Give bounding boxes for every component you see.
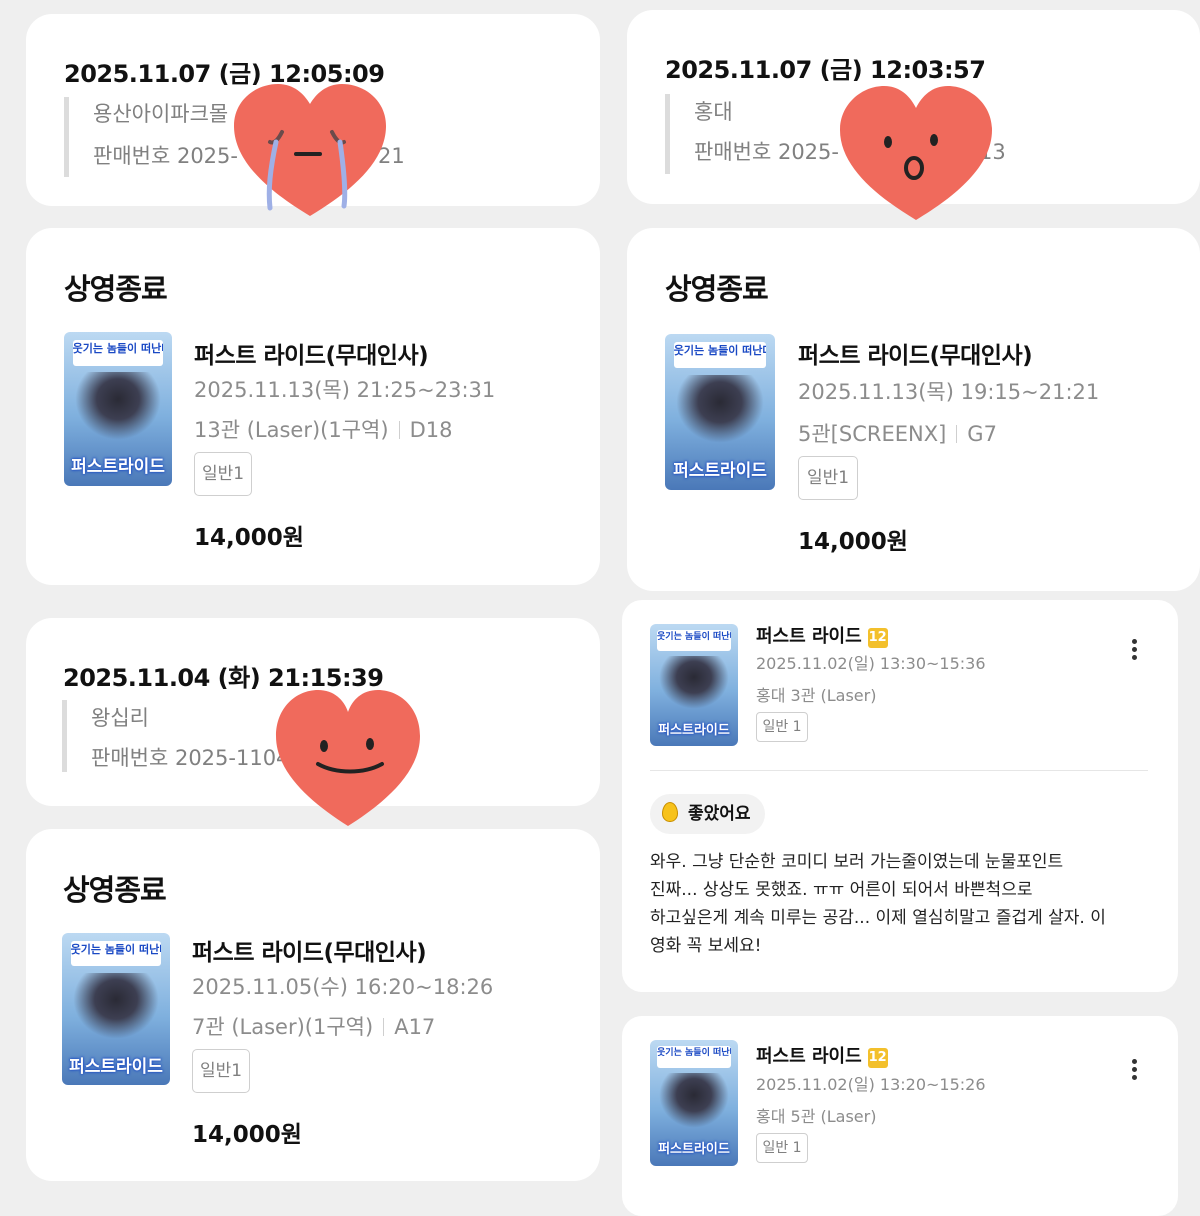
movie-poster: 웃기는 놈들이 떠난다! 퍼스트라이드 [650,624,738,746]
poster-title: 퍼스트라이드 [658,1142,730,1158]
hall: 5관[SCREENX] [798,422,947,446]
review-line: 진짜... 상상도 못했죠. ㅠㅠ 어른이 되어서 바쁜척으로 [650,880,1033,900]
order-detail-bar [62,700,67,772]
ended-screening-card[interactable]: 상영종료 웃기는 놈들이 떠난다! 퍼스트라이드 퍼스트 라이드(무대인사) 2… [627,228,1200,591]
movie-title: 퍼스트 라이드 [756,626,862,647]
movie-title: 퍼스트 라이드 [756,1046,862,1067]
movie-poster: 웃기는 놈들이 떠난다! 퍼스트라이드 [64,332,172,486]
ended-screening-card[interactable]: 상영종료 웃기는 놈들이 떠난다! 퍼스트라이드 퍼스트 라이드(무대인사) 2… [26,829,600,1181]
review-movie-title: 퍼스트 라이드 12 [756,622,888,648]
review-card[interactable]: 웃기는 놈들이 떠난다! 퍼스트라이드 퍼스트 라이드12 2025.11.02… [622,1016,1178,1216]
poster-tagline: 웃기는 놈들이 떠난다! [70,940,162,967]
poster-title: 퍼스트라이드 [69,1056,163,1077]
more-vertical-icon[interactable] [1124,636,1144,666]
screening-time: 2025.11.13(목) 21:25~23:31 [194,378,496,402]
egg-icon [662,802,678,822]
screening-time: 2025.11.02(일) 13:20~15:26 [756,1075,986,1094]
ticket-type-badge: 일반 1 [756,712,808,742]
poster-cast-image [658,1072,730,1129]
order-theater: 왕십리 [91,706,149,730]
order-detail-bar [64,97,69,177]
price: 14,000원 [798,529,908,555]
review-card[interactable]: 웃기는 놈들이 떠난다! 퍼스트라이드 퍼스트 라이드12 2025.11.02… [622,600,1178,992]
hall: 7관 (Laser)(1구역) [192,1015,374,1039]
divider [650,770,1148,771]
review-line: 와우. 그냥 단순한 코미디 보러 가는줄이였는데 눈물포인트 [650,852,1064,872]
movie-title: 퍼스트 라이드(무대인사) [192,940,427,966]
poster-title: 퍼스트라이드 [673,460,767,481]
poster-title: 퍼스트라이드 [658,723,730,739]
poster-cast-image [74,372,162,440]
seat: G7 [967,422,997,446]
screening-place: 홍대 3관 (Laser) [756,686,877,705]
smiling-heart-sticker [276,690,420,826]
screening-status: 상영종료 [63,873,167,907]
poster-tagline: 웃기는 놈들이 떠난다! [657,1046,731,1068]
surprised-heart-sticker [840,86,992,220]
sale-number-prefix: 판매번호 2025-1104 [91,746,290,770]
rating-chip: 좋았어요 [650,794,765,834]
hall-and-seat: 5관[SCREENX] G7 [798,418,997,448]
screening-time: 2025.11.13(목) 19:15~21:21 [798,380,1100,404]
order-theater: 용산아이파크몰 [93,102,229,126]
age-rating-badge: 12 [867,1048,888,1068]
ticket-type-badge: 일반 1 [756,1133,808,1163]
movie-poster: 웃기는 놈들이 떠난다! 퍼스트라이드 [650,1040,738,1166]
movie-title: 퍼스트 라이드(무대인사) [194,343,429,369]
movie-poster: 웃기는 놈들이 떠난다! 퍼스트라이드 [62,933,170,1085]
screening-status: 상영종료 [64,272,168,306]
hall-and-seat: 13관 (Laser)(1구역) D18 [194,414,452,444]
movie-title: 퍼스트 라이드(무대인사) [798,343,1033,369]
poster-title: 퍼스트라이드 [71,457,165,478]
ticket-type-badge: 일반1 [192,1049,250,1093]
poster-cast-image [658,655,730,710]
order-detail-bar [665,94,670,174]
poster-cast-image [676,374,764,444]
screening-status: 상영종료 [665,272,769,306]
price: 14,000원 [194,525,304,551]
screening-place: 홍대 5관 (Laser) [756,1107,877,1126]
seat: A17 [394,1015,436,1039]
movie-poster: 웃기는 놈들이 떠난다! 퍼스트라이드 [665,334,775,490]
poster-tagline: 웃기는 놈들이 떠난다! [72,339,164,366]
hall-and-seat: 7관 (Laser)(1구역) A17 [192,1011,435,1041]
review-line: 하고싶은게 계속 미루는 공감... 이제 열심히말고 즐겁게 살자. 이 [650,908,1106,928]
order-sale-number: 판매번호 2025-1104 [91,742,289,772]
seat: D18 [409,418,453,442]
order-theater: 홍대 [694,100,733,124]
screening-time: 2025.11.05(수) 16:20~18:26 [192,975,494,999]
review-line: 영화 꼭 보세요! [650,936,762,956]
age-rating-badge: 12 [867,628,888,648]
price: 14,000원 [192,1122,302,1148]
poster-tagline: 웃기는 놈들이 떠난다! [673,341,767,369]
more-vertical-icon[interactable] [1124,1056,1144,1086]
review-movie-title: 퍼스트 라이드 12 [756,1042,888,1068]
poster-tagline: 웃기는 놈들이 떠난다! [657,630,731,651]
hall: 13관 (Laser)(1구역) [194,418,389,442]
order-datetime: 2025.11.07 (금) 12:03:57 [665,56,986,84]
ticket-type-badge: 일반1 [798,456,858,500]
ended-screening-card[interactable]: 상영종료 웃기는 놈들이 떠난다! 퍼스트라이드 퍼스트 라이드(무대인사) 2… [26,228,600,585]
sale-number-prefix: 판매번호 2025- [694,140,839,164]
review-text: 와우. 그냥 단순한 코미디 보러 가는줄이였는데 눈물포인트 진짜... 상상… [650,848,1160,960]
poster-cast-image [72,972,160,1040]
screening-time: 2025.11.02(일) 13:30~15:36 [756,654,986,673]
rating-label: 좋았어요 [688,804,751,824]
sale-number-prefix: 판매번호 2025- [93,144,238,168]
ticket-type-badge: 일반1 [194,452,252,496]
crying-heart-sticker [234,84,386,216]
